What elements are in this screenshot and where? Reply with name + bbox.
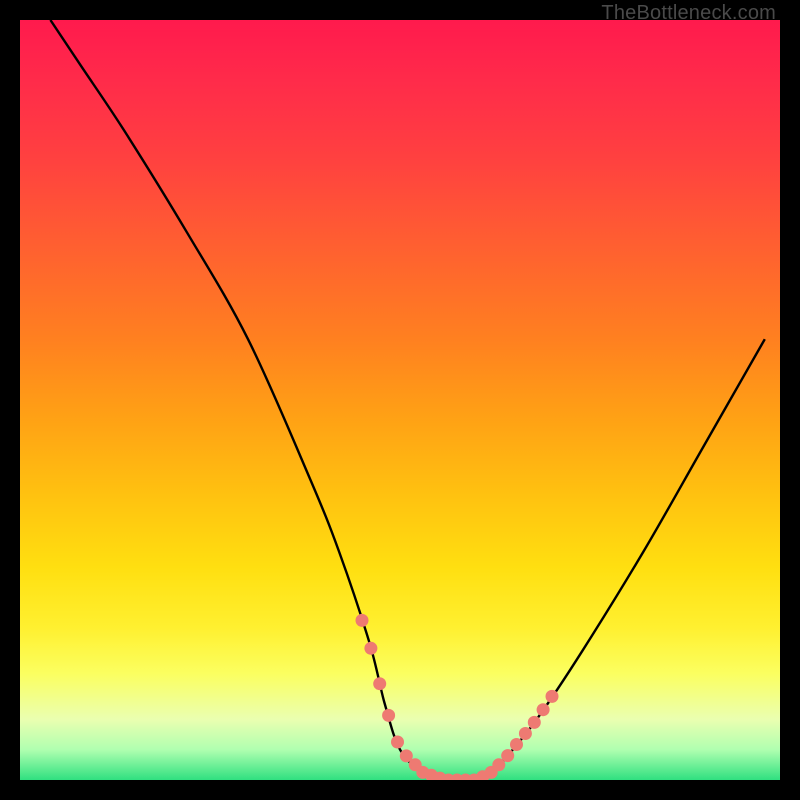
marker-dot: [501, 749, 514, 762]
marker-dot: [528, 716, 541, 729]
marker-dot: [382, 709, 395, 722]
marker-dot: [373, 677, 386, 690]
curve-overlay: [20, 20, 780, 780]
marker-dot: [510, 738, 523, 751]
marker-dot: [364, 642, 377, 655]
marker-dot: [356, 614, 369, 627]
marker-dot: [519, 727, 532, 740]
plot-area: [20, 20, 780, 780]
marker-dot: [546, 690, 559, 703]
marker-dot: [537, 703, 550, 716]
marker-dot: [391, 736, 404, 749]
highlight-markers: [356, 614, 559, 780]
bottleneck-curve: [50, 20, 764, 780]
chart-frame: TheBottleneck.com: [0, 0, 800, 800]
